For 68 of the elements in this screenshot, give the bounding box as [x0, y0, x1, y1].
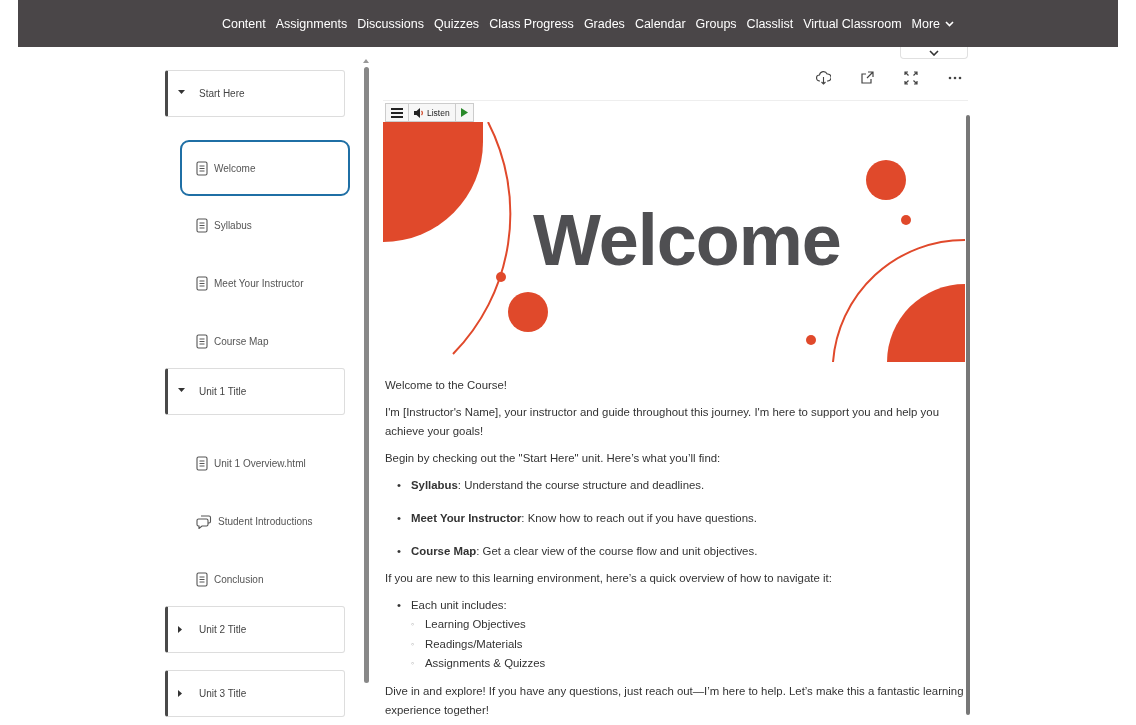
speaker-icon: [414, 107, 424, 118]
document-icon: [196, 333, 208, 349]
cloud-download-icon: [815, 70, 831, 85]
paragraph: I'm [Instructor's Name], your instructor and guide throughout this journey. I'm here to support you and help you achieve your goals!: [385, 405, 940, 439]
nav-link[interactable]: Discussions: [352, 16, 429, 31]
bullet: ◦: [411, 657, 416, 670]
paragraph: Begin by checking out the "Start Here" unit. Here’s what you’ll find:: [385, 451, 722, 466]
bullet: •: [397, 598, 402, 613]
document-icon: [196, 160, 208, 176]
paragraph: Welcome to the Course!: [385, 378, 508, 393]
play-icon: [460, 108, 468, 117]
sidebar-item[interactable]: Course Map: [180, 314, 350, 368]
scroll-up-icon[interactable]: [363, 59, 369, 63]
chat-bubbles-icon: [196, 513, 212, 529]
list-item-text: Course Map: Get a clear view of the course flow and unit objectives.: [411, 544, 758, 559]
sidebar-item[interactable]: Student Introductions: [180, 494, 350, 548]
external-link-icon: [860, 71, 874, 84]
unit-header[interactable]: Unit 1 Title: [165, 368, 345, 415]
caret-down-icon: [178, 90, 185, 97]
nav-link[interactable]: Assignments: [270, 16, 353, 31]
list-item-text: Readings/Materials: [425, 636, 523, 652]
fullscreen-icon: [904, 70, 918, 85]
chevron-down-icon: [945, 20, 955, 27]
sidebar-item[interactable]: Welcome: [180, 140, 350, 196]
scrollbar-thumb[interactable]: [966, 115, 970, 715]
document-icon: [196, 571, 208, 587]
menu-icon: [391, 107, 403, 118]
list-item-text: Assignments & Quizzes: [425, 656, 546, 671]
unit-header[interactable]: Unit 2 Title: [165, 606, 345, 653]
sidebar-item[interactable]: Unit 1 Overview.html: [180, 436, 350, 490]
paragraph: Dive in and explore! If you have any questions, just reach out—I’m here to help. Let’s make this a fantastic learning experience together!: [385, 683, 965, 718]
caret-down-icon: [178, 388, 185, 395]
collapse-tab[interactable]: [900, 47, 968, 59]
nav-link[interactable]: Class Progress: [484, 16, 579, 31]
scrollbar-thumb[interactable]: [363, 67, 369, 683]
more-options-icon: [948, 75, 962, 80]
banner-title: Welcome: [533, 204, 841, 276]
bullet: •: [397, 544, 402, 559]
sidebar-item[interactable]: Meet Your Instructor: [180, 256, 350, 310]
chevron-down-icon: [929, 49, 939, 56]
document-icon: [196, 455, 208, 471]
list-item-text: Each unit includes:: [411, 598, 507, 613]
nav-link[interactable]: Virtual Classroom: [798, 16, 907, 31]
list-item-text: Meet Your Instructor: Know how to reach out if you have questions.: [411, 511, 757, 526]
list-item-text: Syllabus: Understand the course structure and deadlines.: [411, 478, 705, 493]
nav-link[interactable]: Calendar: [629, 16, 691, 31]
list-item-text: Learning Objectives: [425, 617, 526, 632]
unit-header[interactable]: Unit 3 Title: [165, 670, 345, 717]
document-icon: [196, 275, 208, 291]
listen-button[interactable]: Listen: [409, 104, 456, 121]
paragraph: If you are new to this learning environment, here’s a quick overview of how to navigate it:: [385, 571, 833, 586]
sidebar-item[interactable]: Syllabus: [180, 198, 350, 252]
caret-right-icon: [178, 690, 185, 697]
caret-right-icon: [178, 626, 185, 633]
nav-link[interactable]: Groups: [690, 16, 742, 31]
nav-link[interactable]: More: [906, 16, 960, 31]
nav-link[interactable]: Grades: [578, 16, 630, 31]
nav-link[interactable]: Quizzes: [428, 16, 485, 31]
bullet: ◦: [411, 637, 416, 651]
nav-link[interactable]: Content: [216, 16, 271, 31]
unit-header[interactable]: Start Here: [165, 70, 345, 117]
sidebar-item[interactable]: Conclusion: [180, 552, 350, 606]
bullet: •: [397, 511, 402, 526]
menu-button[interactable]: [386, 104, 409, 121]
bullet: ◦: [411, 618, 416, 631]
nav-link[interactable]: Classlist: [741, 16, 799, 31]
bullet: •: [397, 478, 402, 493]
document-icon: [196, 217, 208, 233]
